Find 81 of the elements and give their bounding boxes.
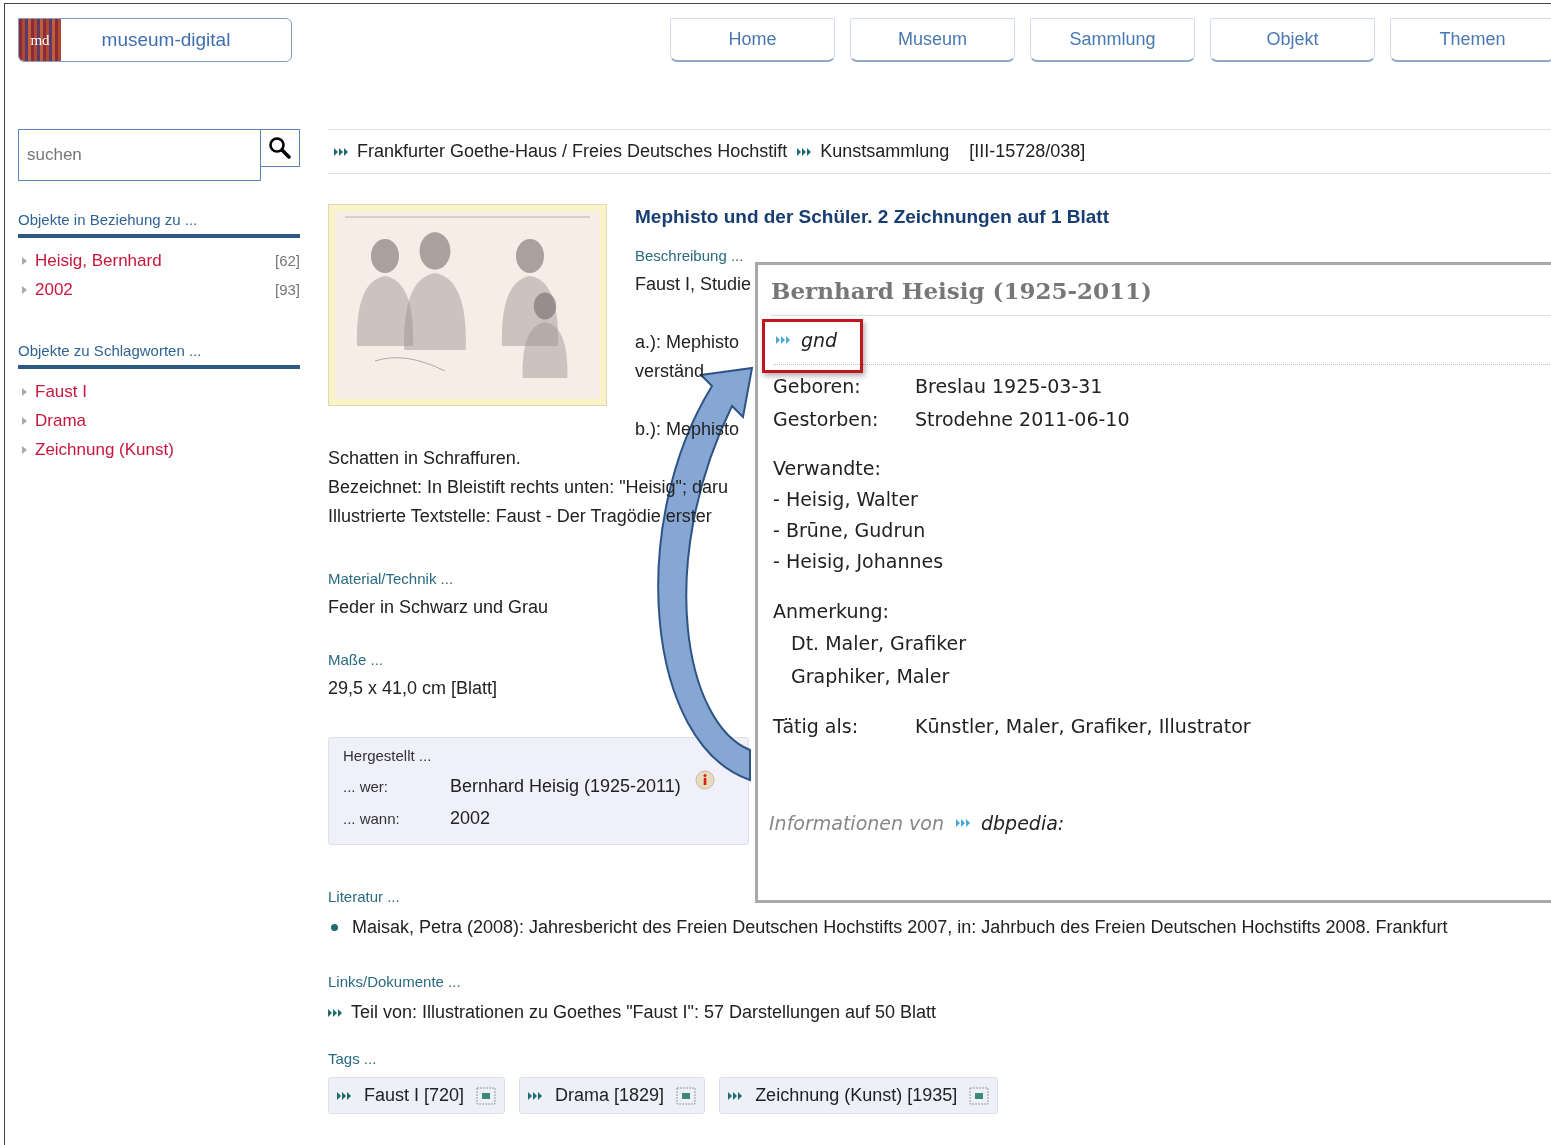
chevrons-icon xyxy=(776,336,791,344)
note-text: Dt. Maler, Grafiker xyxy=(790,631,968,656)
fact-value: Strodehne 2011-06-10 xyxy=(915,407,1130,430)
section-label: Maße ... xyxy=(328,650,384,670)
site-title: museum-digital xyxy=(100,29,232,51)
source-label: Informationen von xyxy=(769,812,944,834)
section-label: Literatur ... xyxy=(328,887,401,907)
logo-mark: md xyxy=(19,19,61,61)
bullet-icon xyxy=(22,445,27,454)
fact-label: Tätig als: xyxy=(773,714,860,737)
sidebar-link[interactable]: Zeichnung (Kunst) xyxy=(35,439,174,460)
tag-link[interactable]: Zeichnung (Kunst) [1935] xyxy=(719,1077,999,1114)
bullet-icon xyxy=(22,387,27,396)
description-line: a.): Mephisto xyxy=(635,331,740,354)
sidebar-heading: Objekte in Beziehung zu ... xyxy=(18,211,300,238)
chevrons-icon xyxy=(528,1091,544,1100)
field-label: ... wer: xyxy=(343,777,389,795)
bullet-icon xyxy=(22,416,27,425)
literature-entry: Maisak, Petra (2008): Jahresbericht des Freien Deutschen Hochstifts 2007, in: Jahrbuch des Freien Deutschen Hochstifts 2008. Frankfurt xyxy=(352,916,1448,939)
fact-label: Geboren: xyxy=(773,374,862,397)
item-count: [93] xyxy=(274,281,300,298)
field-value: Feder in Schwarz und Grau xyxy=(328,596,549,619)
item-count: [62] xyxy=(274,252,300,269)
field-value: 29,5 x 41,0 cm [Blatt] xyxy=(328,677,498,700)
breadcrumb-link[interactable]: Kunstsammlung xyxy=(797,141,950,162)
relative-name: - Heisig, Walter xyxy=(773,487,919,512)
tag-cloud-icon[interactable] xyxy=(676,1086,697,1105)
inventory-number: [III-15728/038] xyxy=(969,141,1086,162)
section-label: Beschreibung ... xyxy=(635,246,745,266)
search-field[interactable]: suchen xyxy=(18,129,261,181)
site-logo[interactable]: md museum-digital xyxy=(18,18,292,62)
section-label: Tags ... xyxy=(328,1049,378,1069)
chevrons-icon xyxy=(337,1091,352,1100)
fact-label: Anmerkung: xyxy=(773,599,890,624)
search-button[interactable] xyxy=(261,129,300,167)
chevrons-icon xyxy=(797,147,813,156)
fact-label: Gestorben: xyxy=(773,407,880,430)
authority-link[interactable]: gnd xyxy=(773,329,838,351)
source-link[interactable]: dbpedia: xyxy=(956,812,1065,834)
chevrons-icon xyxy=(328,1008,343,1017)
nav-tab[interactable]: Themen xyxy=(1390,18,1551,62)
fact-value: Breslau 1925-03-31 xyxy=(915,374,1103,397)
document-link[interactable]: Teil von: Illustrationen zu Goethes "Faust I": 57 Darstellungen auf 50 Blatt xyxy=(328,998,1551,1027)
nav-tab[interactable]: Sammlung xyxy=(1030,18,1195,62)
relative-name: - Heisig, Johannes xyxy=(773,549,945,574)
tag-cloud-icon[interactable] xyxy=(476,1086,497,1105)
note-text: Graphiker, Maler xyxy=(790,664,951,689)
section-label: Links/Dokumente ... xyxy=(328,972,462,992)
field-value: Bernhard Heisig (1925-2011) xyxy=(450,775,681,797)
popup-title: Bernhard Heisig (1925-2011) xyxy=(771,265,1551,316)
fact-value: Kūnstler, Maler, Grafiker, Illustrator xyxy=(915,714,1251,737)
bullet-icon xyxy=(22,256,27,265)
description-line: Faust I, Studie xyxy=(635,273,752,296)
breadcrumb-link[interactable]: Frankfurter Goethe-Haus / Freies Deutsches Hochstift xyxy=(334,141,788,162)
search-icon xyxy=(268,136,292,160)
section-label: Material/Technik ... xyxy=(328,569,455,589)
chevrons-icon xyxy=(728,1091,744,1100)
tag-cloud-icon[interactable] xyxy=(969,1086,990,1105)
nav-tab[interactable]: Objekt xyxy=(1210,18,1375,62)
bullet-icon xyxy=(22,285,27,294)
info-icon[interactable] xyxy=(694,770,715,790)
sidebar-link[interactable]: 2002 xyxy=(35,279,73,300)
nav-tab[interactable]: Home xyxy=(670,18,835,62)
sidebar-link[interactable]: Heisig, Bernhard xyxy=(35,250,162,271)
sidebar-heading: Objekte zu Schlagworten ... xyxy=(18,342,300,369)
sidebar-link[interactable]: Faust I xyxy=(35,381,87,402)
bullet-icon xyxy=(331,924,338,931)
section-label: Hergestellt ... xyxy=(343,746,433,766)
sidebar-link[interactable]: Drama xyxy=(35,410,86,431)
chevrons-icon xyxy=(334,147,349,156)
relative-name: - Brūne, Gudrun xyxy=(773,518,927,543)
tag-link[interactable]: Drama [1829] xyxy=(519,1077,706,1114)
object-title: Mephisto und der Schüler. 2 Zeichnungen auf 1 Blatt xyxy=(635,205,1110,229)
tag-link[interactable]: Faust I [720] xyxy=(328,1077,506,1114)
description-line: Schatten in Schraffuren. xyxy=(328,447,521,470)
chevrons-icon xyxy=(956,819,971,827)
field-label: ... wann: xyxy=(343,809,401,827)
fact-label: Verwandte: xyxy=(773,456,882,481)
nav-tab[interactable]: Museum xyxy=(850,18,1015,62)
description-line: verständ xyxy=(635,360,705,383)
field-value: 2002 xyxy=(450,807,491,829)
